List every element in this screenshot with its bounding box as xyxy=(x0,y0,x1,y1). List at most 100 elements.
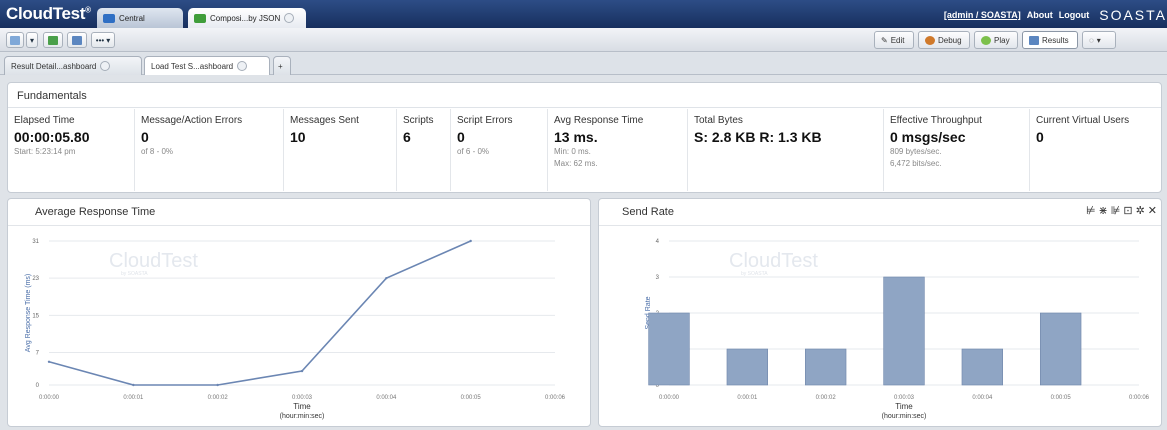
data-point xyxy=(469,239,472,243)
metric-effective-throughput: Effective Throughput 0 msgs/sec 809 byte… xyxy=(884,109,1030,191)
y-tick-label: 7 xyxy=(36,350,40,356)
x-tick-label: 0:00:05 xyxy=(1051,395,1072,401)
tab-label: Play xyxy=(994,35,1010,45)
x-axis-subtitle: (hour:min:sec) xyxy=(882,413,927,420)
tab-edit[interactable]: ✎ Edit xyxy=(874,31,914,49)
user-menu: [admin / SOASTA] About Logout SOASTA xyxy=(944,7,1167,23)
toolbar: ▾ ••• ▾ ✎ Edit Debug Play Results ◌ ▾ xyxy=(0,28,1167,52)
metric-label: Current Virtual Users xyxy=(1036,115,1130,126)
tab-play[interactable]: Play xyxy=(974,31,1018,49)
y-tick-label: 4 xyxy=(656,239,660,245)
close-icon[interactable] xyxy=(237,61,248,71)
more-icon: ••• xyxy=(95,35,105,45)
metric-label: Avg Response Time xyxy=(554,115,644,126)
metric-value: 00:00:05.80 xyxy=(14,129,90,145)
tab-results[interactable]: Results xyxy=(1022,31,1078,49)
metric-message-errors: Message/Action Errors 0 of 8 - 0% xyxy=(135,109,284,191)
metric-subtext: Min: 0 ms. xyxy=(554,147,591,156)
divider xyxy=(8,107,1161,108)
metric-scripts: Scripts 6 xyxy=(397,109,451,191)
new-dropdown-button[interactable]: ▾ xyxy=(26,32,38,48)
app-tab-central[interactable]: Central xyxy=(97,8,183,28)
x-tick-label: 0:00:00 xyxy=(659,395,680,401)
send-rate-chart: CloudTestby SOASTA012340:00:000:00:010:0… xyxy=(645,239,1150,420)
x-tick-label: 0:00:01 xyxy=(737,395,758,401)
x-axis-subtitle: (hour:min:sec) xyxy=(280,413,325,420)
app-logo: CloudTest® xyxy=(6,4,91,24)
data-point xyxy=(385,276,388,280)
chevron-down-icon: ▾ xyxy=(1096,35,1101,45)
metric-label: Script Errors xyxy=(457,115,513,126)
x-axis-title: Time xyxy=(293,402,311,411)
send-rate-panel: Send Rate ⊭ ⋇ ⊯ ⊡ ✲ ✕ CloudTest by SOASTA… xyxy=(598,198,1162,427)
tab-label: Results xyxy=(1042,35,1069,45)
metric-label: Message/Action Errors xyxy=(141,115,243,126)
new-button[interactable] xyxy=(6,32,24,48)
logout-link[interactable]: Logout xyxy=(1059,10,1090,20)
metric-value: 10 xyxy=(290,129,306,145)
edit-icon: ✎ xyxy=(881,35,888,45)
fundamentals-panel: Fundamentals Elapsed Time 00:00:05.80 St… xyxy=(7,82,1162,193)
more-button[interactable]: ••• ▾ xyxy=(91,32,115,48)
user-link[interactable]: [admin / SOASTA] xyxy=(944,10,1021,20)
tab-label: Edit xyxy=(890,35,905,45)
x-tick-label: 0:00:05 xyxy=(461,395,482,401)
metric-label: Total Bytes xyxy=(694,115,743,126)
close-icon[interactable] xyxy=(100,61,111,71)
tab-label: Result Detail...ashboard xyxy=(11,61,97,71)
tab-result-details[interactable]: Result Detail...ashboard xyxy=(4,56,142,75)
metric-label: Elapsed Time xyxy=(14,115,75,126)
save-button[interactable] xyxy=(43,32,63,48)
metric-elapsed-time: Elapsed Time 00:00:05.80 Start: 5:23:14 … xyxy=(8,109,135,191)
central-icon xyxy=(103,13,115,23)
x-tick-label: 0:00:02 xyxy=(816,395,837,401)
metric-subtext: of 6 - 0% xyxy=(457,147,490,156)
tab-label: Load Test S...ashboard xyxy=(151,61,234,71)
app-tab-composition[interactable]: Composi...by JSON xyxy=(188,8,306,28)
metric-value: 13 ms. xyxy=(554,129,598,145)
bar xyxy=(805,348,847,386)
watermark-logo: CloudTest xyxy=(729,250,818,272)
chevron-down-icon: ▾ xyxy=(29,35,34,45)
bar xyxy=(1039,312,1082,386)
chevron-down-icon: ▾ xyxy=(106,35,111,45)
x-tick-label: 0:00:01 xyxy=(123,395,144,401)
metric-subtext: Start: 5:23:14 pm xyxy=(14,147,76,156)
x-tick-label: 0:00:04 xyxy=(376,395,397,401)
about-link[interactable]: About xyxy=(1027,10,1053,20)
play-icon xyxy=(981,35,991,45)
tab-debug[interactable]: Debug xyxy=(918,31,970,49)
avg-response-time-chart: CloudTestby SOASTA 0 7 15 23 31 0:00:00 0:00:01… xyxy=(25,239,566,420)
options-button[interactable]: ◌ ▾ xyxy=(1082,31,1116,49)
close-icon[interactable] xyxy=(284,13,295,23)
metric-label: Messages Sent xyxy=(290,115,359,126)
metric-messages-sent: Messages Sent 10 xyxy=(284,109,397,191)
metric-subtext: of 8 - 0% xyxy=(141,147,174,156)
x-tick-label: 0:00:03 xyxy=(292,395,313,401)
window-button[interactable] xyxy=(67,32,87,48)
tab-label: Debug xyxy=(938,35,962,45)
bar xyxy=(961,348,1004,386)
new-icon xyxy=(10,35,20,45)
tab-load-test-summary[interactable]: Load Test S...ashboard xyxy=(144,56,270,75)
x-tick-label: 0:00:06 xyxy=(1129,395,1150,401)
metric-value: 0 msgs/sec xyxy=(890,129,966,145)
plus-icon: + xyxy=(278,61,283,71)
app-tab-label: Central xyxy=(119,13,145,23)
metric-value: 0 xyxy=(141,129,149,145)
metric-total-bytes: Total Bytes S: 2.8 KB R: 1.3 KB xyxy=(688,109,884,191)
y-axis-title: Avg Response Time (ms) xyxy=(25,274,32,352)
bar xyxy=(883,276,925,386)
app-tab-label: Composi...by JSON xyxy=(210,13,281,23)
add-tab-button[interactable]: + xyxy=(273,56,291,75)
bar xyxy=(726,348,769,386)
watermark-subtext: by SOASTA xyxy=(121,271,148,277)
panel-title: Fundamentals xyxy=(17,90,87,102)
x-tick-label: 0:00:04 xyxy=(972,395,993,401)
refresh-icon: ◌ xyxy=(1089,35,1094,45)
y-tick-label: 0 xyxy=(36,383,40,389)
data-point xyxy=(47,360,51,363)
results-icon xyxy=(1029,35,1039,45)
x-tick-label: 0:00:06 xyxy=(545,395,566,401)
bug-icon xyxy=(925,35,935,45)
